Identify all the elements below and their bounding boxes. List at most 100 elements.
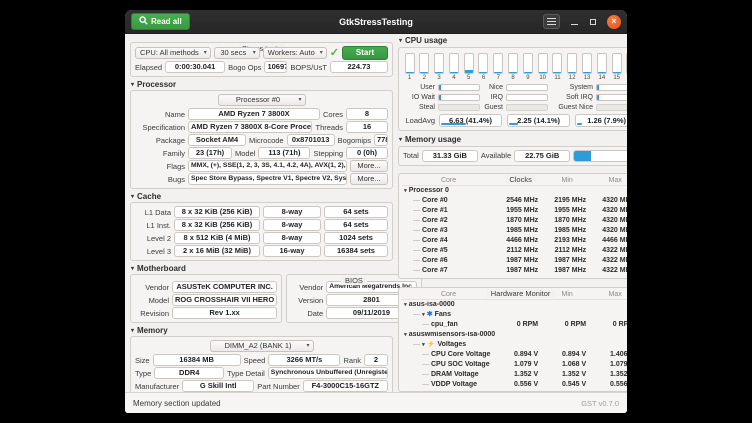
memory-expander[interactable]: ▾ Memory: [131, 326, 393, 335]
clocks-row[interactable]: Core #71987 MHz1987 MHz4322 MHz: [402, 266, 627, 276]
bops-ust-field[interactable]: 224.73: [330, 61, 388, 73]
hwmon-row[interactable]: DRAM Voltage1.352 V1.352 V1.352 V: [402, 370, 627, 380]
bogomips-field[interactable]: 7784.84: [374, 134, 388, 146]
total-field[interactable]: 31.33 GiB: [422, 150, 478, 162]
elapsed-field[interactable]: 0:00:30.041: [165, 61, 225, 73]
cache-row: Level 28 x 512 KiB (4 MiB)8-way1024 sets: [135, 232, 388, 244]
cache-sets-field[interactable]: 1024 sets: [324, 232, 388, 244]
hwmon-row[interactable]: CPU Core Voltage0.894 V0.894 V1.406 V: [402, 350, 627, 360]
hwmon-row[interactable]: CPU SOC Voltage1.079 V1.068 V1.079 V: [402, 360, 627, 370]
stress-method-dropdown[interactable]: CPU: All methods▾: [135, 47, 211, 59]
cache-ways-field[interactable]: 8-way: [263, 232, 321, 244]
table-value-cell: 0 RPM: [543, 321, 591, 328]
cache-size-field[interactable]: 2 x 16 MiB (32 MiB): [174, 245, 260, 257]
tree-name-cell: Core #6: [402, 257, 495, 264]
part-number-field[interactable]: F4-3000C15-16GTZ: [303, 380, 388, 392]
cache-sets-field[interactable]: 16384 sets: [324, 245, 388, 257]
clocks-row[interactable]: Core #52112 MHz2112 MHz4322 MHz: [402, 246, 627, 256]
loadavg-field[interactable]: 2.25 (14.1%): [507, 114, 570, 127]
cache-size-field[interactable]: 8 x 32 KiB (256 KiB): [174, 206, 260, 218]
hwmon-row[interactable]: ▾asuswmisensors-isa-0000: [402, 330, 627, 340]
cpu-core-bar: 5: [463, 53, 474, 81]
stress-workers-dropdown[interactable]: Workers: Auto▾: [263, 47, 327, 59]
close-button[interactable]: ×: [607, 15, 621, 29]
stepping-field[interactable]: 0 (0h): [346, 147, 388, 159]
processor-header-label: Processor: [137, 80, 176, 89]
loadavg-field[interactable]: 6.63 (41.4%): [439, 114, 502, 127]
cache-size-field[interactable]: 8 x 512 KiB (4 MiB): [174, 232, 260, 244]
tree-name-label: Core #1: [422, 207, 448, 214]
threads-field[interactable]: 16: [346, 121, 388, 133]
cache-size-field[interactable]: 8 x 32 KiB (256 KiB): [174, 219, 260, 231]
hwmon-row[interactable]: cpu_fan0 RPM0 RPM0 RPM: [402, 320, 627, 330]
cache-row-label: Level 3: [135, 247, 171, 256]
clocks-row[interactable]: Core #02546 MHz2195 MHz4320 MHz: [402, 196, 627, 206]
memory-usage-expander[interactable]: ▾ Memory usage: [399, 135, 627, 145]
cpu-core-levelbar: [523, 53, 533, 74]
type-field[interactable]: DDR4: [154, 367, 224, 379]
motherboard-expander[interactable]: ▾ Motherboard: [131, 264, 393, 273]
cpu-name-field[interactable]: AMD Ryzen 7 3800X: [188, 108, 320, 120]
hwmon-row[interactable]: VDDP Voltage0.556 V0.545 V0.556 V: [402, 380, 627, 390]
tree-name-label: asuswmisensors-isa-0000: [409, 331, 495, 338]
clocks-row[interactable]: Core #61987 MHz1987 MHz4322 MHz: [402, 256, 627, 266]
microcode-field[interactable]: 0x8701013: [287, 134, 335, 146]
cache-ways-field[interactable]: 16-way: [263, 245, 321, 257]
cache-ways-field[interactable]: 8-way: [263, 206, 321, 218]
manufacturer-field[interactable]: G Skill Intl: [182, 380, 254, 392]
hwmon-row[interactable]: ▾asus-isa-0000: [402, 300, 627, 310]
dimm-selector-dropdown[interactable]: DIMM_A2 (BANK 1)▾: [210, 340, 314, 352]
loadavg-field[interactable]: 1.26 (7.9%): [575, 114, 627, 127]
hwmon-row[interactable]: ▾⚡Voltages: [402, 340, 627, 350]
type-detail-field[interactable]: Synchronous Unbuffered (Unregistered): [268, 367, 388, 379]
cpu-stat-label: Soft IRQ: [551, 94, 593, 101]
clocks-row[interactable]: Core #44466 MHz2193 MHz4466 MHz: [402, 236, 627, 246]
maximize-button[interactable]: [588, 16, 598, 28]
tree-name-cell: CPU SOC Voltage: [402, 361, 495, 368]
tree-line: [422, 354, 429, 355]
size-field[interactable]: 16384 MB: [153, 354, 241, 366]
cores-field[interactable]: 8: [346, 108, 388, 120]
hwmon-row[interactable]: ▾✱Fans: [402, 310, 627, 320]
rank-field[interactable]: 2: [364, 354, 388, 366]
clocks-row[interactable]: Core #11955 MHz1955 MHz4320 MHz: [402, 206, 627, 216]
board-vendor-field[interactable]: ASUSTeK COMPUTER INC.: [172, 281, 277, 293]
cache-sets-field[interactable]: 64 sets: [324, 219, 388, 231]
hwmon-row[interactable]: 1.8V PLL Voltage1.798 V1.798 V1.798 V: [402, 390, 627, 392]
cpu-core-levelbar: [478, 53, 488, 74]
size-label: Size: [135, 356, 150, 365]
clocks-row[interactable]: Core #31985 MHz1985 MHz4320 MHz: [402, 226, 627, 236]
speed-field[interactable]: 3266 MT/s: [268, 354, 340, 366]
menu-button[interactable]: [543, 14, 560, 29]
bugs-more-button[interactable]: More...: [350, 173, 388, 185]
package-field[interactable]: Socket AM4: [188, 134, 246, 146]
processor-selector-dropdown[interactable]: Processor #0▾: [218, 94, 306, 106]
stress-duration-dropdown[interactable]: 30 secs▾: [214, 47, 260, 59]
board-revision-field[interactable]: Rev 1.xx: [172, 307, 277, 319]
flags-field[interactable]: MMX, (+), SSE(1, 2, 3, 3S, 4.1, 4.2, 4A)…: [188, 160, 347, 172]
clocks-row[interactable]: Core #21870 MHz1870 MHz4320 MHz: [402, 216, 627, 226]
board-model-field[interactable]: ROG CROSSHAIR VII HERO: [172, 294, 277, 306]
start-button[interactable]: Start: [342, 46, 388, 60]
cpu-usage-expander[interactable]: ▾ CPU usage: [399, 36, 627, 46]
processor-expander[interactable]: ▾ Processor: [131, 80, 393, 89]
cache-expander[interactable]: ▾ Cache: [131, 192, 393, 201]
tree-line: [422, 324, 429, 325]
specification-field[interactable]: AMD Ryzen 7 3800X 8-Core Processor: [188, 121, 312, 133]
cache-sets-field[interactable]: 64 sets: [324, 206, 388, 218]
available-field[interactable]: 22.75 GiB: [514, 150, 570, 162]
family-field[interactable]: 23 (17h): [188, 147, 232, 159]
board-vendor-label: Vendor: [135, 283, 169, 292]
bugs-field[interactable]: Spec Store Bypass, Spectre V1, Spectre V…: [188, 173, 347, 185]
read-all-button[interactable]: Read all: [131, 13, 190, 30]
table-value-cell: 2112 MHz: [543, 247, 591, 254]
cache-ways-field[interactable]: 8-way: [263, 219, 321, 231]
table-value-cell: 1.352 V: [495, 371, 543, 378]
tree-name-label: Core #3: [422, 227, 448, 234]
model-field[interactable]: 113 (71h): [258, 147, 310, 159]
minimize-button[interactable]: [569, 16, 579, 28]
bogo-ops-field[interactable]: 106979: [264, 61, 287, 73]
titlebar[interactable]: Read all GtkStressTesting ×: [125, 10, 627, 34]
flags-more-button[interactable]: More...: [350, 160, 388, 172]
clocks-group-row[interactable]: ▾Processor 0: [402, 186, 627, 196]
